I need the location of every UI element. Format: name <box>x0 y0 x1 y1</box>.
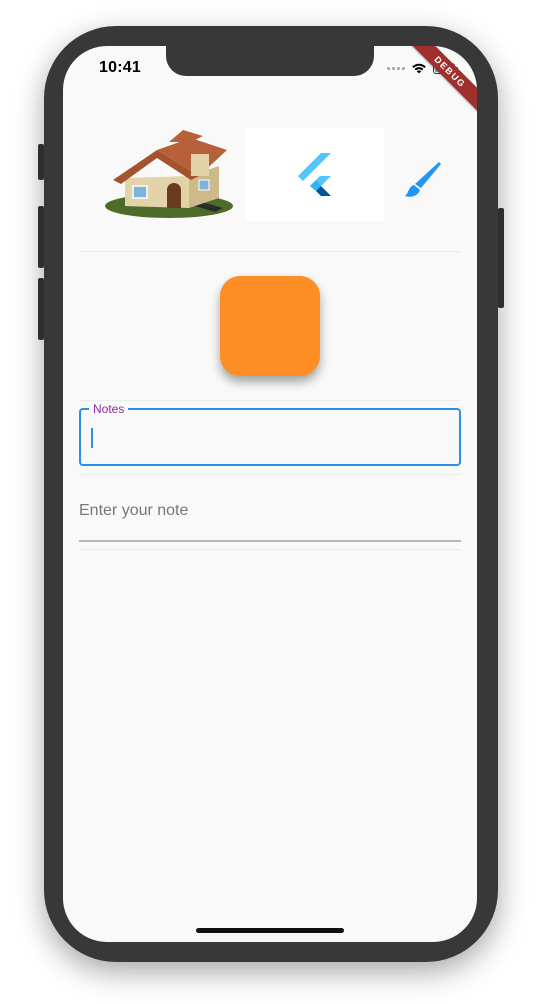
notes-field-label: Notes <box>89 402 129 416</box>
flutter-logo-card <box>245 128 384 221</box>
signal-icon <box>387 66 405 70</box>
wifi-icon <box>412 63 426 74</box>
app-screen: 10:41 DEBUG Notes Enter your note <box>63 46 477 942</box>
image-row <box>63 128 477 222</box>
brush-icon <box>405 162 441 197</box>
volume-down-button <box>38 278 44 340</box>
orange-rounded-box <box>220 276 320 376</box>
divider-2 <box>79 400 461 401</box>
status-time: 10:41 <box>99 59 141 76</box>
divider-1 <box>79 251 461 252</box>
notch <box>166 46 374 76</box>
note-input[interactable] <box>79 502 461 520</box>
power-button <box>498 208 504 308</box>
home-indicator[interactable] <box>196 928 344 933</box>
house-image <box>105 130 233 218</box>
divider-3 <box>79 474 461 475</box>
divider-4 <box>79 549 461 550</box>
silent-switch <box>38 144 44 180</box>
volume-up-button <box>38 206 44 268</box>
text-cursor <box>91 428 93 448</box>
notes-field[interactable]: Notes <box>79 402 461 466</box>
flutter-logo-icon <box>298 153 331 196</box>
note-input-field[interactable] <box>79 494 461 542</box>
